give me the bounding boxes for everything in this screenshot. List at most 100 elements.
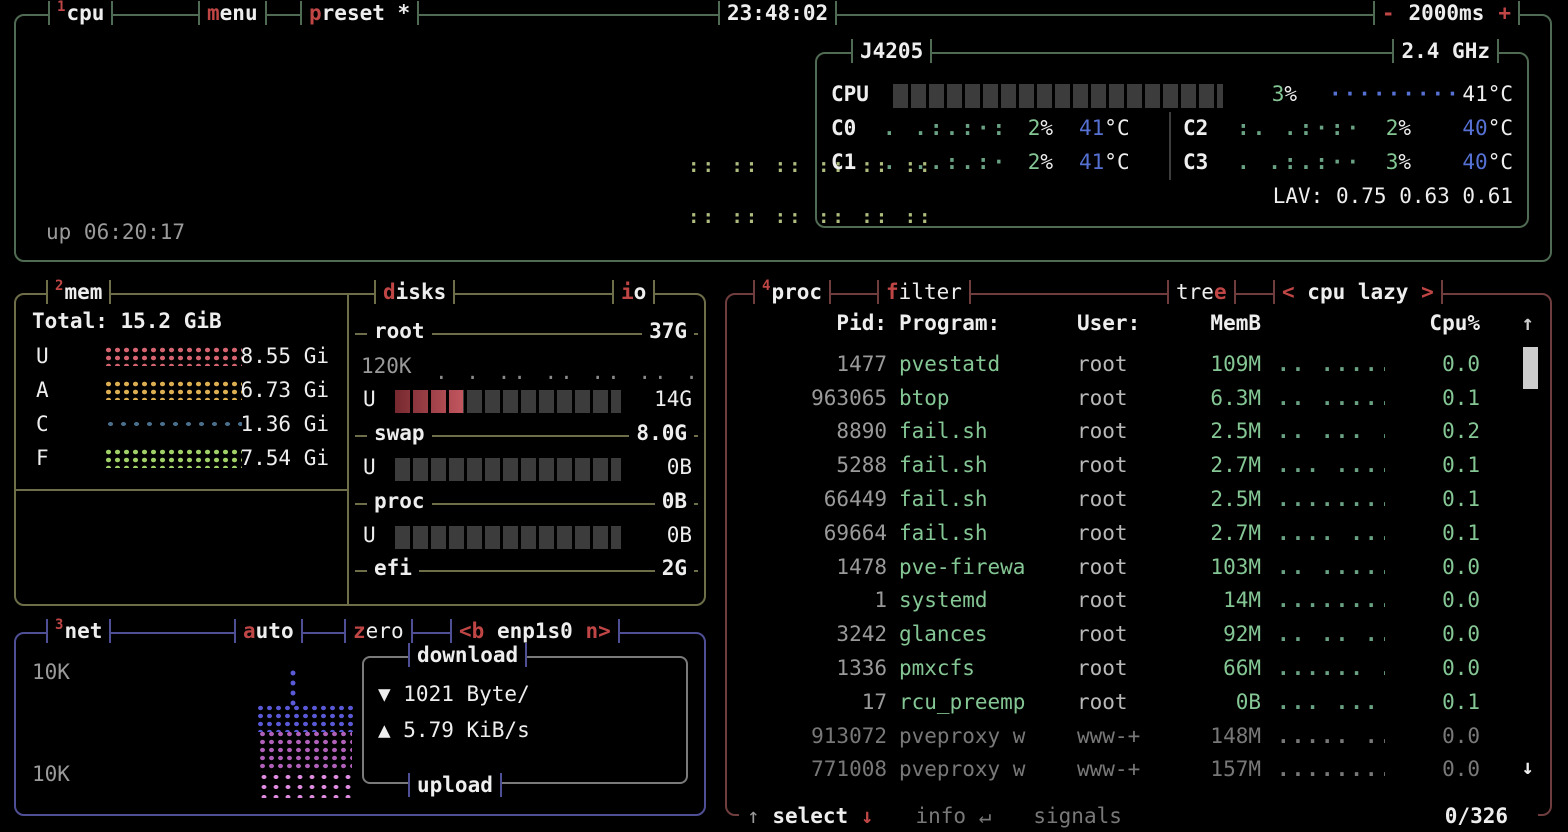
sort-prev-button[interactable]: < [1282, 280, 1295, 304]
core-label: C3 [1183, 150, 1208, 174]
process-row[interactable]: 1systemdroot14M.........0.0 [727, 584, 1550, 618]
process-row[interactable]: 963065btoproot6.3M.. ......0.1 [727, 381, 1550, 415]
proc-box-toggle[interactable]: 4proc [753, 280, 831, 304]
signals-button[interactable]: signals [1033, 804, 1122, 828]
net-zero-button[interactable]: zero [344, 619, 413, 643]
interval-value: 2000ms [1408, 1, 1484, 25]
process-memory: 2.5M [1165, 419, 1261, 443]
process-row[interactable]: 69664fail.shroot2.7M.... ....0.1 [727, 516, 1550, 550]
core-label: C1 [831, 150, 856, 174]
net-auto-button[interactable]: auto [234, 619, 303, 643]
process-pid: 8890 [739, 419, 887, 443]
iface-prev-button[interactable]: <b [459, 619, 484, 643]
mem-row: A6.73 Gi [16, 373, 347, 407]
interval-increase-button[interactable]: + [1498, 1, 1511, 25]
process-row[interactable]: 1478pve-firewaroot103M.. .....0.0 [727, 550, 1550, 584]
header-user[interactable]: User: [1077, 311, 1165, 335]
preset-button[interactable]: preset * [300, 1, 419, 25]
process-cpu: 0.0 [1385, 622, 1480, 646]
filter-label: ilter [899, 280, 962, 304]
process-row[interactable]: 17rcu_preemproot0B... ... .0.1 [727, 685, 1550, 719]
update-interval: - 2000ms + [1373, 1, 1520, 25]
process-name: systemd [899, 588, 1077, 612]
process-pid: 1 [739, 588, 887, 612]
process-pid: 771008 [739, 757, 887, 781]
mem-row-graph [104, 380, 242, 400]
menu-button[interactable]: menu [198, 1, 267, 25]
core-graph: . .:.:·· [1237, 150, 1362, 174]
interval-decrease-button[interactable]: - [1382, 1, 1395, 25]
process-name: pveproxy w [899, 724, 1077, 748]
header-program[interactable]: Program: [899, 311, 1077, 335]
sort-switcher: < cpu lazy > [1273, 280, 1443, 304]
proc-rows: 1477pvestatdroot109M.. .....0.0963065bto… [727, 347, 1550, 786]
cpu-box-toggle[interactable]: 1cpu [48, 1, 113, 25]
net-box-title: net [64, 619, 102, 643]
info-button[interactable]: info [915, 804, 966, 828]
mem-row-value: 8.55 Gi [240, 344, 329, 368]
process-cpu: 0.1 [1385, 690, 1480, 714]
sort-next-button[interactable]: > [1421, 280, 1434, 304]
process-cpu-graph: ...... . [1261, 656, 1385, 680]
net-box-toggle[interactable]: 3net [46, 619, 111, 643]
mem-row: C1.36 Gi [16, 407, 347, 441]
mem-box-toggle[interactable]: 2mem [46, 280, 111, 304]
iface-next-button[interactable]: n> [585, 619, 610, 643]
process-memory: 2.5M [1165, 487, 1261, 511]
process-name: pveproxy w [899, 757, 1077, 781]
process-memory: 109M [1165, 352, 1261, 376]
header-cpu[interactable]: Cpu% [1261, 311, 1480, 335]
proc-footer: ↑ select ↓ info ↵ signals 0/326 [739, 803, 1538, 829]
process-name: rcu_preemp [899, 690, 1077, 714]
process-user: root [1077, 352, 1165, 376]
enter-icon: ↵ [979, 804, 992, 828]
process-row[interactable]: 8890fail.shroot2.5M.. ... ..0.2 [727, 415, 1550, 449]
process-cpu: 0.0 [1385, 555, 1480, 579]
process-row[interactable]: 1477pvestatdroot109M.. .....0.0 [727, 347, 1550, 381]
process-row[interactable]: 3242glancesroot92M.. .. ..0.0 [727, 617, 1550, 651]
core-percent: 2% [997, 150, 1053, 174]
download-speed: ▼ 1021 Byte/ [378, 682, 530, 706]
process-pid: 66449 [739, 487, 887, 511]
process-row[interactable]: 5288fail.shroot2.7M... ....0.1 [727, 448, 1550, 482]
process-cpu-graph: ... ... . [1261, 690, 1385, 714]
process-row[interactable]: 66449fail.shroot2.5M........0.1 [727, 482, 1550, 516]
process-cpu-graph: .. ..... [1261, 555, 1385, 579]
process-cpu: 0.0 [1385, 588, 1480, 612]
menu-label: enu [220, 1, 258, 25]
process-user: root [1077, 419, 1165, 443]
process-memory: 103M [1165, 555, 1261, 579]
preset-label: reset * [322, 1, 411, 25]
core-temp: 41°C [1079, 150, 1130, 174]
process-memory: 2.7M [1165, 521, 1261, 545]
net-upload-graph [258, 772, 354, 798]
core-percent: 2% [997, 116, 1053, 140]
process-cpu-graph: ... .... [1261, 453, 1385, 477]
process-cpu: 0.1 [1385, 453, 1480, 477]
hotkey-1: 1 [57, 0, 65, 15]
net-speed-panel: download ▼ 1021 Byte/ ▲ 5.79 KiB/s uploa… [362, 656, 688, 784]
scroll-up-icon[interactable]: ↑ [1521, 311, 1534, 335]
select-up-icon[interactable]: ↑ [747, 804, 760, 828]
disk-swap-meter [395, 458, 621, 481]
filter-button[interactable]: filter [877, 280, 971, 304]
process-row[interactable]: 1336pmxcfsroot66M...... .0.0 [727, 651, 1550, 685]
process-memory: 66M [1165, 656, 1261, 680]
tree-button[interactable]: tree [1167, 280, 1236, 304]
auto-hotkey: a [243, 619, 256, 643]
proc-box-title: proc [771, 280, 822, 304]
process-row[interactable]: 913072pveproxy wwww-+148M..... ...0.0 [727, 719, 1550, 753]
tree-label: tre [1176, 280, 1214, 304]
core-temp: 41°C [1079, 116, 1130, 140]
process-pid: 1336 [739, 656, 887, 680]
select-button[interactable]: select [772, 804, 848, 828]
process-row[interactable]: 771008pveproxy wwww-+157M.........0.0 [727, 753, 1550, 787]
mem-row-label: F [36, 446, 49, 470]
core-graph: . .:.:·: [883, 116, 1008, 140]
header-pid[interactable]: Pid: [739, 311, 887, 335]
disk-efi: efi2G [349, 554, 704, 588]
header-memory[interactable]: MemB [1165, 311, 1261, 335]
select-down-icon[interactable]: ↓ [861, 804, 874, 828]
process-cpu-graph: ..... ... [1261, 724, 1385, 748]
clock-value: 23:48:02 [727, 1, 828, 25]
